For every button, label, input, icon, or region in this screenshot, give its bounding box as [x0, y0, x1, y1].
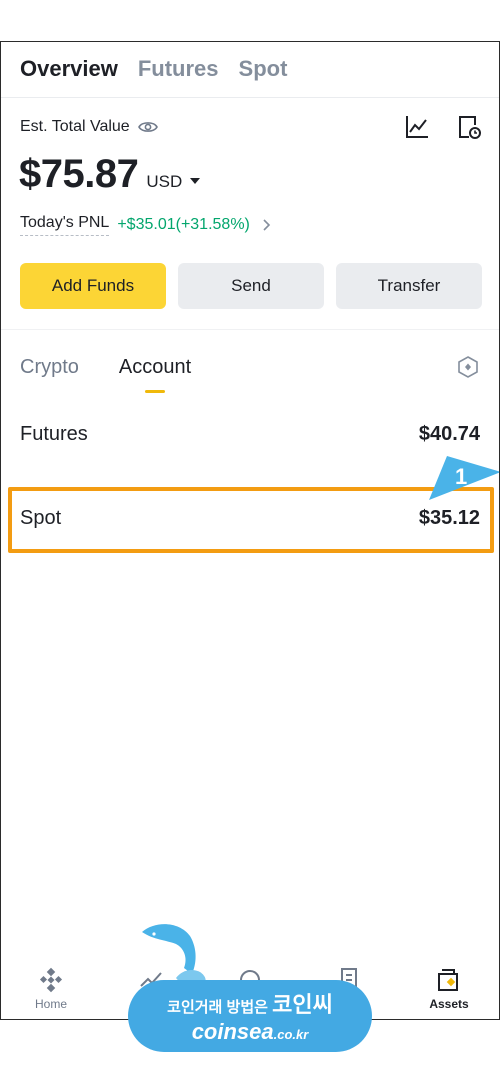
coinsea-watermark: 코인거래 방법은 코인씨 coinsea.co.kr [128, 924, 372, 1054]
history-icon[interactable] [455, 113, 483, 141]
pnl-chart-icon[interactable] [403, 113, 431, 141]
sub-tabs: Crypto Account [20, 356, 191, 379]
chevron-right-icon [263, 219, 271, 231]
caret-down-icon [190, 177, 201, 184]
assets-screen: Overview Futures Spot Est. Total Value $… [0, 41, 500, 1020]
top-tabs: Overview Futures Spot [20, 56, 287, 82]
account-value: $40.74 [418, 423, 480, 445]
highlight-box [8, 487, 494, 553]
divider [1, 329, 499, 330]
est-total-value-label: Est. Total Value [20, 118, 158, 136]
tab-crypto[interactable]: Crypto [20, 356, 79, 379]
watermark-domain: coinsea [191, 1019, 274, 1044]
pnl-value: +$35.01(+31.58%) [117, 216, 250, 233]
tab-overview[interactable]: Overview [20, 56, 118, 82]
total-value-row: $75.87 USD [19, 152, 201, 197]
nav-assets[interactable]: Assets [409, 967, 489, 1019]
watermark-small-text: 코인거래 방법은 [167, 999, 268, 1016]
tab-account[interactable]: Account [119, 356, 191, 379]
transfer-button[interactable]: Transfer [336, 263, 482, 309]
action-buttons: Add Funds Send Transfer [20, 263, 482, 309]
hexagon-settings-icon[interactable] [456, 355, 480, 379]
nav-label: Home [34, 997, 67, 1011]
divider [1, 97, 499, 98]
wallet-icon [438, 969, 458, 991]
watermark-line1: 코인거래 방법은 코인씨 [167, 987, 333, 1019]
tab-futures[interactable]: Futures [138, 56, 219, 82]
step-number: 1 [455, 464, 467, 489]
nav-label: Assets [429, 997, 469, 1011]
watermark-pill: 코인거래 방법은 코인씨 coinsea.co.kr [128, 980, 372, 1052]
watermark-line2: coinsea.co.kr [192, 1019, 309, 1045]
total-value: $75.87 [19, 152, 139, 196]
nav-home[interactable]: Home [11, 967, 91, 1019]
watermark-domain-suffix: .co.kr [273, 1027, 309, 1042]
watermark-brand-ko: 코인씨 [272, 992, 333, 1017]
pnl-row[interactable]: Today's PNL +$35.01(+31.58%) [20, 214, 272, 236]
tab-spot[interactable]: Spot [239, 56, 288, 82]
add-funds-button[interactable]: Add Funds [20, 263, 166, 309]
pnl-label: Today's PNL [20, 214, 110, 236]
step-callout-arrow: 1 [429, 456, 499, 500]
currency-label: USD [146, 172, 183, 191]
est-label-text: Est. Total Value [20, 118, 130, 135]
dolphin-logo-icon [142, 924, 206, 987]
account-row-futures[interactable]: Futures $40.74 [20, 423, 480, 446]
binance-logo-icon [39, 967, 63, 993]
eye-icon[interactable] [137, 120, 158, 134]
send-button[interactable]: Send [178, 263, 324, 309]
currency-selector[interactable]: USD [146, 172, 201, 192]
account-name: Futures [20, 423, 88, 445]
